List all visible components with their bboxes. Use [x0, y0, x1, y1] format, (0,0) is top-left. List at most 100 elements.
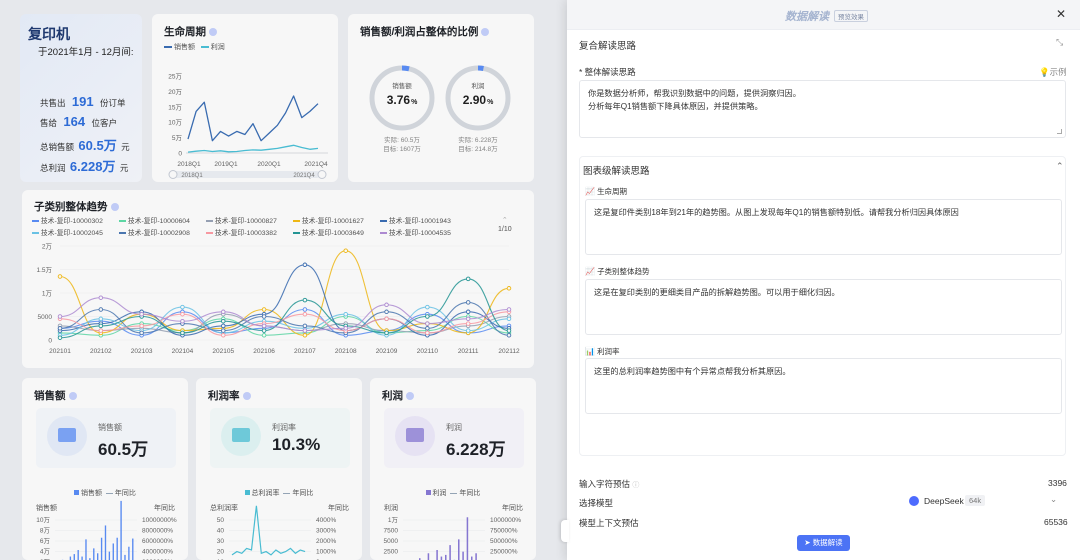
x-tick-label: 202102	[90, 348, 112, 355]
bar	[449, 545, 451, 560]
bar	[124, 554, 126, 560]
dashboard-area: 复印机 于2021年1月 - 12月间: 共售出 191 份订单 售给 164 …	[0, 0, 567, 560]
data-point	[343, 248, 348, 253]
y-tick-label: 5万	[172, 134, 183, 142]
kpi-card: 利润 利润 6.228万 利润 年同比 利润 年同比 1万 7500 5000 2500 1000…	[370, 378, 536, 560]
chevron-down-icon: ⌄	[1050, 494, 1058, 504]
donut-progress	[401, 65, 410, 72]
chart-interpretation-textarea[interactable]: 这是复印件类别18年到21年的趋势图。从图上发现每年Q1的销售额特别低。请帮我分…	[585, 199, 1062, 255]
data-point	[343, 326, 348, 331]
summary-row: 共售出 191 份订单	[40, 94, 126, 109]
data-point	[302, 297, 308, 303]
ratio-card: 销售额/利润占整体的比例 销售额 3.76% 实际: 60.5万 目标: 1607万利…	[348, 14, 534, 182]
data-point	[506, 316, 512, 322]
series-line	[187, 95, 319, 142]
data-point	[425, 304, 430, 310]
donut-value: 2.90%	[463, 93, 494, 107]
data-point	[302, 262, 308, 268]
y-tick-label: 8万	[40, 527, 51, 535]
collapse-icon[interactable]: ⤡	[1056, 37, 1063, 48]
data-point	[425, 321, 430, 326]
drawer-handle[interactable]	[561, 520, 569, 542]
bar	[120, 500, 122, 560]
bar	[466, 517, 469, 560]
close-icon[interactable]: ✕	[1056, 7, 1066, 21]
bar	[112, 543, 114, 560]
donut-progress	[477, 65, 484, 71]
summary-row: 售给 164 位客户	[40, 114, 117, 129]
model-label: 选择模型	[579, 498, 614, 508]
data-point	[57, 335, 63, 340]
bar	[471, 556, 473, 560]
overall-label: * 整体解读思路	[579, 67, 636, 77]
data-point	[425, 330, 430, 336]
data-point	[180, 311, 185, 317]
overall-textarea[interactable]: 你是数据分析师，帮我识别数据中的问题，提供洞察归因。 分析每年Q1销售额下降具体…	[579, 80, 1066, 138]
example-link[interactable]: 💡示例	[1039, 66, 1067, 78]
data-point	[261, 314, 267, 319]
summary-row-value: 164	[63, 114, 86, 129]
bar	[73, 554, 75, 560]
y-tick-label: 4000%	[316, 517, 336, 524]
data-point	[506, 328, 512, 333]
data-point	[302, 333, 308, 338]
summary-period: 于2021年1月 - 12月间:	[38, 47, 134, 58]
y-tick-label: 40	[217, 528, 225, 535]
x-tick-label: 2018Q1	[177, 161, 201, 168]
range-label: 2021Q4	[293, 173, 315, 179]
summary-row: 总销售额 60.5万 元	[40, 138, 130, 153]
data-point	[98, 295, 104, 300]
y-tick-label: 250000%	[490, 549, 518, 556]
chart-item-label: 📈 生命周期	[585, 187, 628, 196]
data-point	[302, 328, 308, 333]
summary-row-value: 191	[71, 94, 94, 109]
input-estimate-value: 3396	[1048, 478, 1067, 488]
x-tick-label: 202104	[172, 348, 194, 355]
summary-card: 复印机 于2021年1月 - 12月间: 共售出 191 份订单 售给 164 …	[20, 14, 142, 182]
summary-row: 总利润 6.228万 元	[40, 159, 129, 174]
data-point	[57, 326, 63, 331]
chart-interpretation-textarea[interactable]: 这里的总利润率趋势图中有个异常点帮我分析其原因。	[585, 358, 1062, 414]
lifecycle-chart: 25万 20万 15万 10万 5万 0 2018Q1 2019Q1 2020Q1 2021Q4 2…	[168, 73, 328, 179]
data-point	[465, 300, 471, 305]
model-name: DeepSeek	[924, 496, 964, 506]
summary-row-value: 6.228万	[69, 159, 116, 174]
data-point	[139, 311, 144, 317]
data-point	[506, 307, 512, 312]
bar	[462, 551, 464, 560]
chart-interpretation-textarea[interactable]: 这是在复印类别的更细类目产品的拆解趋势图。可以用于细化归因。	[585, 279, 1062, 335]
bar	[77, 550, 79, 560]
range-label: 2018Q1	[181, 173, 203, 179]
data-point	[221, 318, 226, 324]
chart-icon: 📈	[585, 267, 595, 276]
bar	[475, 553, 477, 560]
model-select[interactable]: DeepSeek 64k ⌄	[905, 493, 1065, 509]
y-tick-label: 20	[217, 549, 225, 556]
x-tick-label: 202106	[253, 348, 275, 355]
x-tick-label: 2021Q4	[304, 161, 328, 168]
submit-button[interactable]: ➤ 数据解读	[797, 535, 850, 551]
chevron-up-icon[interactable]: ⌃	[1056, 161, 1064, 172]
bar	[97, 553, 99, 560]
input-estimate-label: 输入字符预估 ⓘ	[579, 479, 640, 489]
x-tick-label: 2019Q1	[214, 161, 238, 168]
y-tick-label: 1万	[42, 290, 53, 298]
range-slider-handle	[168, 170, 178, 179]
donut-target: 目标: 1607万	[383, 144, 421, 153]
donut-label: 销售额	[392, 81, 412, 90]
drawer-header-badge: 预览效果	[834, 10, 868, 22]
bar	[108, 551, 111, 560]
y-tick-label: 6000000%	[142, 538, 173, 545]
y-tick-label: 1.5万	[36, 266, 52, 274]
donut-value: 3.76%	[387, 93, 418, 107]
range-slider-handle	[317, 170, 327, 179]
kpi-chart: 1万 7500 5000 2500 1000000% 750000% 500000% 2500…	[384, 516, 521, 560]
bar	[104, 525, 107, 560]
y-tick-label: 30	[217, 538, 225, 545]
y-tick-label: 5000	[38, 314, 53, 321]
data-point	[221, 333, 226, 338]
x-tick-label: 202107	[294, 348, 316, 355]
chart-icon: 📊	[585, 347, 595, 356]
y-tick-label: 10万	[168, 119, 182, 127]
data-point	[425, 314, 430, 319]
